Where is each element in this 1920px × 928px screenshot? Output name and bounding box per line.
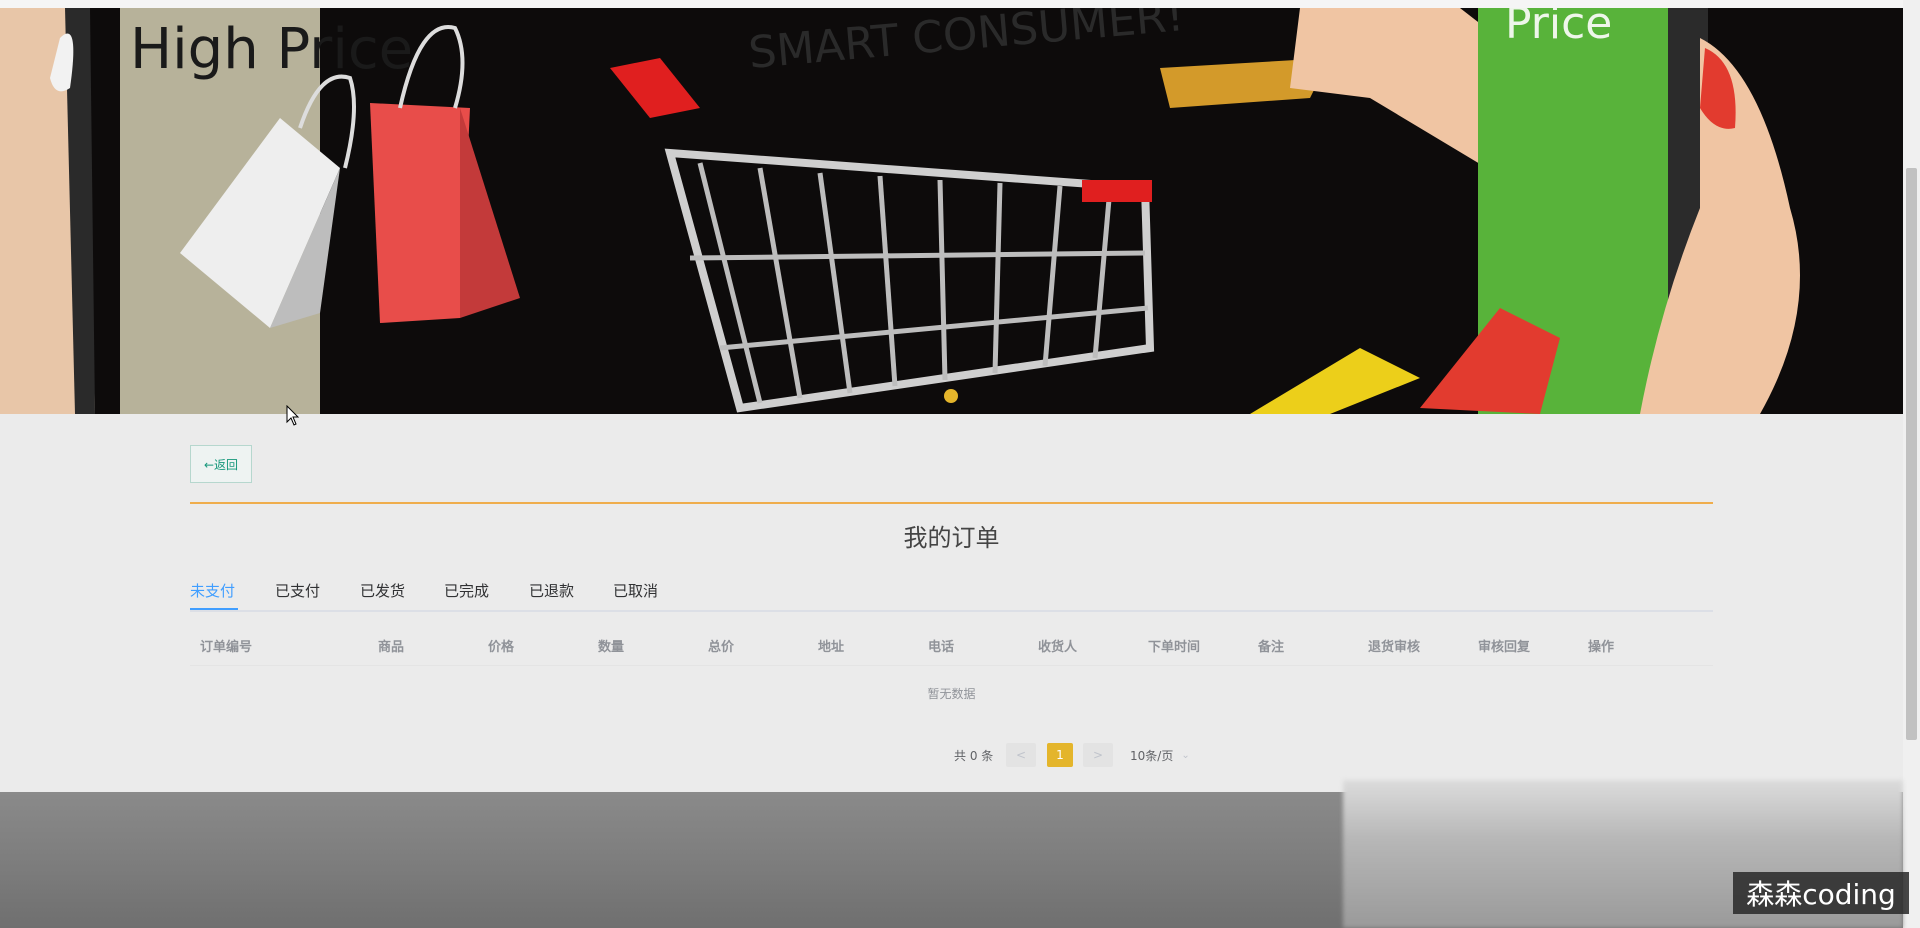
- page-size-value: 10条/页: [1130, 748, 1174, 763]
- pagination-total: 共 0 条: [954, 749, 994, 763]
- watermark: 森森coding: [1733, 872, 1909, 914]
- divider-line: [190, 502, 1713, 504]
- order-status-tabs: 未支付 已支付 已发货 已完成 已退款 已取消: [190, 580, 1713, 612]
- column-header: 总价: [708, 640, 735, 655]
- current-page-button[interactable]: 1: [1047, 743, 1073, 767]
- column-header: 数量: [598, 640, 625, 655]
- mouse-cursor-icon: [286, 405, 300, 426]
- table-empty-text: 暂无数据: [927, 687, 976, 701]
- next-page-button[interactable]: >: [1083, 743, 1113, 767]
- page-title: 我的订单: [903, 524, 1000, 552]
- back-button-label: ←返回: [203, 457, 239, 472]
- active-tab-indicator: [190, 608, 238, 610]
- tab-cancelled[interactable]: 已取消: [613, 580, 658, 601]
- banner-sign-right: Price: [1505, 8, 1612, 49]
- column-header: 地址: [818, 640, 845, 655]
- column-header: 下单时间: [1148, 640, 1201, 655]
- shopping-illustration: High Price SMART CONSUMER! Price: [0, 8, 1903, 414]
- scrollbar-thumb[interactable]: [1906, 168, 1917, 740]
- back-button[interactable]: ←返回: [190, 445, 252, 483]
- page-size-select[interactable]: 10条/页 ⌄: [1130, 743, 1210, 767]
- banner-sign-left: High Price: [130, 17, 413, 82]
- column-header: 商品: [378, 640, 405, 655]
- column-header: 订单编号: [200, 640, 253, 655]
- top-bar: [0, 0, 1920, 8]
- column-header: 电话: [928, 640, 955, 655]
- column-header: 操作: [1588, 640, 1615, 655]
- table-header: 订单编号 商品 价格 数量 总价 地址 电话 收货人 下单时间 备注 退货审核 …: [190, 625, 1713, 666]
- column-header: 审核回复: [1478, 640, 1531, 655]
- column-header: 备注: [1258, 640, 1285, 655]
- chevron-down-icon: ⌄: [1181, 749, 1190, 761]
- column-header: 收货人: [1038, 640, 1078, 655]
- tab-completed[interactable]: 已完成: [444, 580, 489, 601]
- prev-page-button[interactable]: <: [1006, 743, 1036, 767]
- column-header: 退货审核: [1368, 640, 1421, 655]
- tab-paid[interactable]: 已支付: [275, 580, 320, 601]
- tab-shipped[interactable]: 已发货: [360, 580, 405, 601]
- carousel-indicator[interactable]: [944, 389, 958, 403]
- column-header: 价格: [488, 640, 515, 655]
- tab-unpaid[interactable]: 未支付: [190, 580, 235, 601]
- banner-carousel[interactable]: High Price SMART CONSUMER! Price: [0, 8, 1903, 414]
- tab-refunded[interactable]: 已退款: [529, 580, 574, 601]
